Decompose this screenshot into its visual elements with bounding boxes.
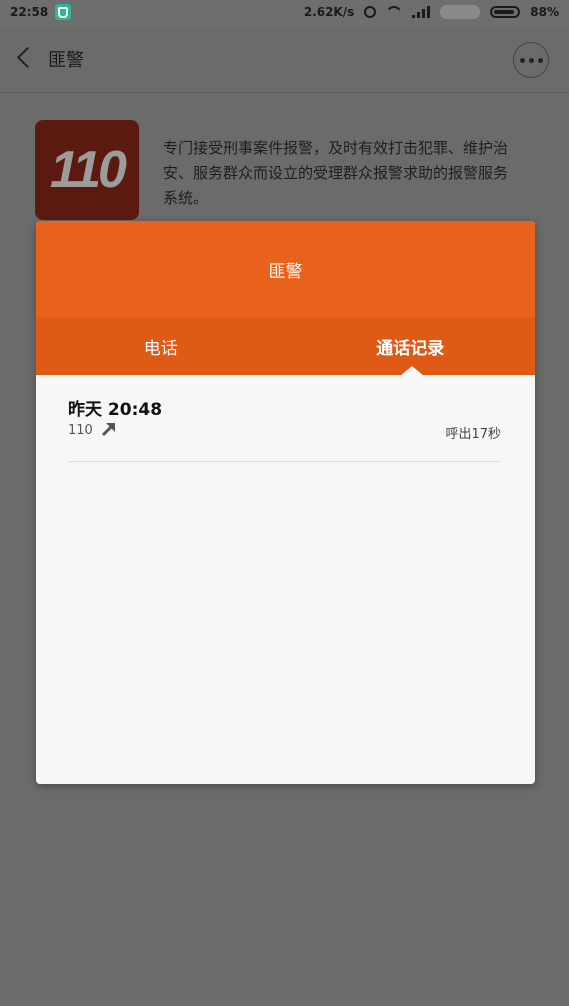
security-shield-icon bbox=[55, 4, 71, 20]
emergency-110-logo: 110 bbox=[35, 120, 139, 220]
service-description: 专门接受刑事案件报警，及时有效打击犯罪、维护治安、服务群众而设立的受理群众报警求… bbox=[163, 139, 509, 207]
call-time: 昨天 20:48 bbox=[68, 400, 163, 420]
logo-text: 110 bbox=[50, 141, 127, 199]
dialog-tabs: 电话 通话记录 bbox=[36, 317, 535, 376]
contact-dialog: 匪警 电话 通话记录 昨天 20:48 110 呼出17秒 bbox=[36, 221, 535, 784]
more-dot-icon bbox=[528, 57, 534, 63]
back-arrow-icon[interactable] bbox=[16, 46, 39, 69]
battery-icon bbox=[490, 6, 521, 18]
outgoing-arrow-icon bbox=[101, 422, 116, 437]
alarm-icon bbox=[364, 6, 377, 18]
more-dot-icon bbox=[537, 57, 543, 63]
app-header: 匪警 bbox=[0, 26, 569, 92]
header-divider bbox=[0, 92, 569, 93]
call-number: 110 bbox=[68, 423, 93, 438]
network-speed: 2.62K/s bbox=[303, 5, 355, 19]
dialog-title: 匪警 bbox=[36, 221, 535, 317]
page-title: 匪警 bbox=[48, 50, 84, 71]
call-duration: 呼出17秒 bbox=[445, 427, 501, 442]
more-options-button[interactable] bbox=[513, 42, 549, 78]
wifi-icon bbox=[386, 6, 402, 18]
signal-icon bbox=[412, 6, 431, 18]
blurred-area bbox=[440, 5, 481, 19]
tab-phone[interactable]: 电话 bbox=[36, 317, 286, 375]
battery-percent: 88% bbox=[530, 5, 559, 19]
status-bar: 22:58 2.62K/s 88% bbox=[0, 0, 569, 26]
call-log-item[interactable]: 昨天 20:48 110 呼出17秒 bbox=[68, 395, 501, 462]
more-dot-icon bbox=[519, 57, 525, 63]
status-time: 22:58 bbox=[10, 5, 49, 19]
active-tab-indicator bbox=[400, 366, 424, 376]
